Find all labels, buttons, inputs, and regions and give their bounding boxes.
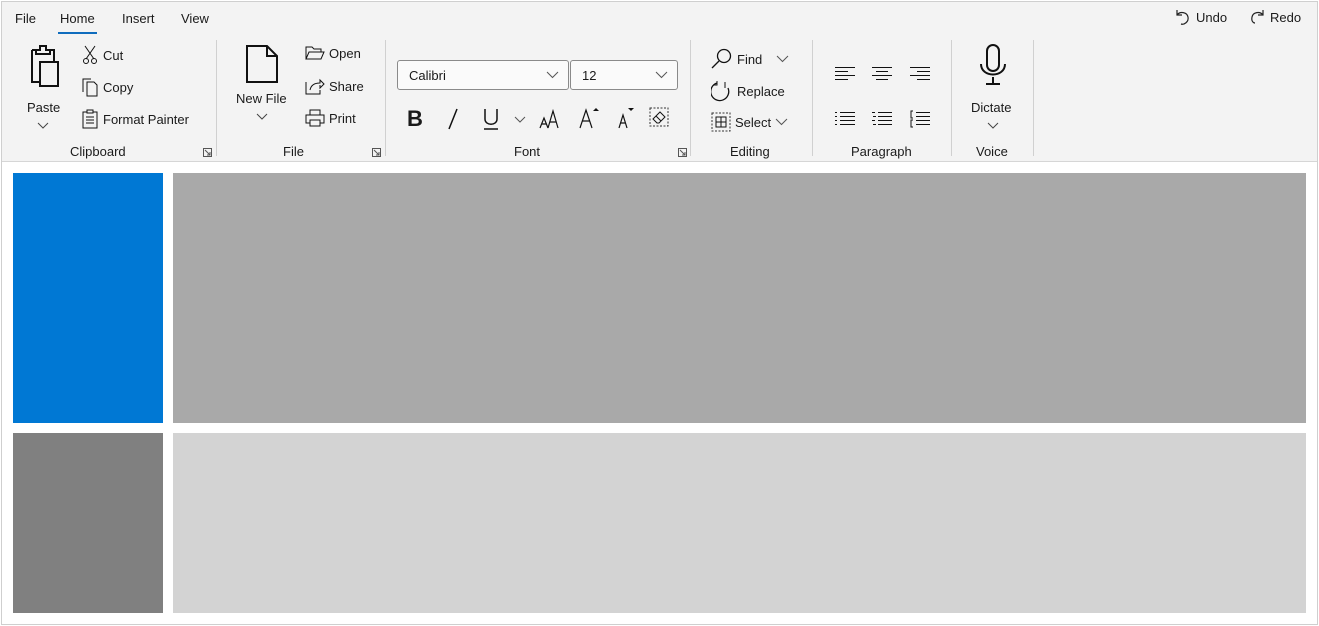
paste-button[interactable]: Paste [24, 44, 62, 134]
italic-icon[interactable] [446, 108, 460, 130]
format-painter-button[interactable]: Format Painter [81, 109, 189, 129]
clear-formatting-icon[interactable] [649, 107, 669, 127]
tab-view[interactable]: View [181, 11, 209, 26]
chevron-down-icon [256, 113, 268, 120]
format-painter-icon [82, 109, 98, 129]
dictate-button[interactable]: Dictate [970, 44, 1016, 132]
editing-group-label: Editing [730, 144, 770, 159]
select-all-icon [711, 112, 731, 132]
paragraph-group-label: Paragraph [851, 144, 912, 159]
bold-icon[interactable]: B [407, 106, 423, 132]
clipboard-launcher-icon[interactable] [203, 148, 212, 157]
font-launcher-icon[interactable] [678, 148, 687, 157]
file-group-label: File [283, 144, 304, 159]
scissors-icon [83, 45, 97, 64]
chevron-down-icon [987, 122, 999, 129]
tab-insert[interactable]: Insert [122, 11, 155, 26]
dark-gray-panel [13, 433, 163, 613]
change-case-icon[interactable] [539, 108, 561, 130]
align-right-icon[interactable] [909, 66, 931, 82]
printer-icon [305, 109, 325, 127]
divider [385, 40, 386, 156]
open-label: Open [329, 45, 361, 61]
new-file-button[interactable]: New File [236, 44, 292, 126]
align-center-icon[interactable] [871, 66, 893, 82]
print-label: Print [329, 110, 356, 126]
print-button[interactable]: Print [305, 109, 356, 127]
multilevel-list-icon[interactable] [909, 110, 931, 128]
find-label: Find [737, 51, 763, 67]
divider [690, 40, 691, 156]
divider [812, 40, 813, 156]
main-panel-bottom [173, 433, 1306, 613]
clipboard-group-label: Clipboard [70, 144, 126, 159]
grow-font-icon[interactable] [578, 106, 600, 130]
file-launcher-icon[interactable] [372, 148, 381, 157]
font-size-dropdown[interactable]: 12 [570, 60, 678, 90]
chevron-down-icon [775, 118, 788, 126]
microphone-icon [980, 44, 1006, 85]
format-painter-label: Format Painter [103, 111, 189, 127]
undo-button[interactable]: Undo [1174, 8, 1227, 26]
numbered-list-icon[interactable] [871, 111, 893, 127]
select-button[interactable]: Select [711, 112, 788, 132]
select-label: Select [735, 114, 772, 130]
share-label: Share [329, 78, 364, 94]
replace-label: Replace [737, 83, 785, 99]
search-icon [711, 48, 732, 69]
new-file-label: New File [236, 91, 287, 106]
font-size-value: 12 [582, 67, 597, 83]
share-button[interactable]: Share [305, 77, 364, 95]
paste-label: Paste [27, 100, 61, 115]
undo-label: Undo [1196, 9, 1228, 25]
redo-button[interactable]: Redo [1248, 8, 1301, 26]
font-family-value: Calibri [409, 67, 446, 83]
copy-button[interactable]: Copy [81, 77, 133, 97]
open-button[interactable]: Open [305, 45, 361, 61]
share-icon [305, 78, 325, 95]
replace-button[interactable]: Replace [711, 80, 785, 102]
font-family-dropdown[interactable]: Calibri [397, 60, 569, 90]
blue-panel [13, 173, 163, 423]
align-left-icon[interactable] [834, 66, 856, 82]
undo-icon [1176, 10, 1189, 25]
chevron-down-icon [37, 122, 49, 129]
replace-icon [711, 81, 730, 102]
main-panel-top [173, 173, 1306, 423]
divider [1033, 40, 1034, 156]
copy-label: Copy [103, 79, 134, 95]
underline-icon[interactable] [482, 108, 500, 130]
redo-icon [1251, 10, 1264, 24]
bullet-list-icon[interactable] [834, 111, 856, 127]
voice-group-label: Voice [976, 144, 1008, 159]
new-file-icon [246, 45, 278, 83]
divider [216, 40, 217, 156]
divider [951, 40, 952, 156]
chevron-down-icon [655, 71, 668, 79]
font-group-label: Font [514, 144, 541, 159]
tab-home[interactable]: Home [58, 11, 97, 34]
paste-icon [31, 45, 59, 87]
chevron-down-icon [776, 55, 789, 63]
underline-options-chevron-icon[interactable] [514, 116, 526, 123]
dictate-label: Dictate [971, 100, 1012, 115]
tab-file[interactable]: File [15, 11, 36, 26]
redo-label: Redo [1270, 9, 1302, 25]
chevron-down-icon [546, 71, 559, 79]
find-button[interactable]: Find [711, 48, 789, 70]
folder-open-icon [305, 46, 325, 60]
shrink-font-icon[interactable] [617, 106, 637, 130]
copy-icon [82, 78, 98, 97]
cut-label: Cut [103, 47, 124, 63]
cut-button[interactable]: Cut [81, 45, 123, 65]
